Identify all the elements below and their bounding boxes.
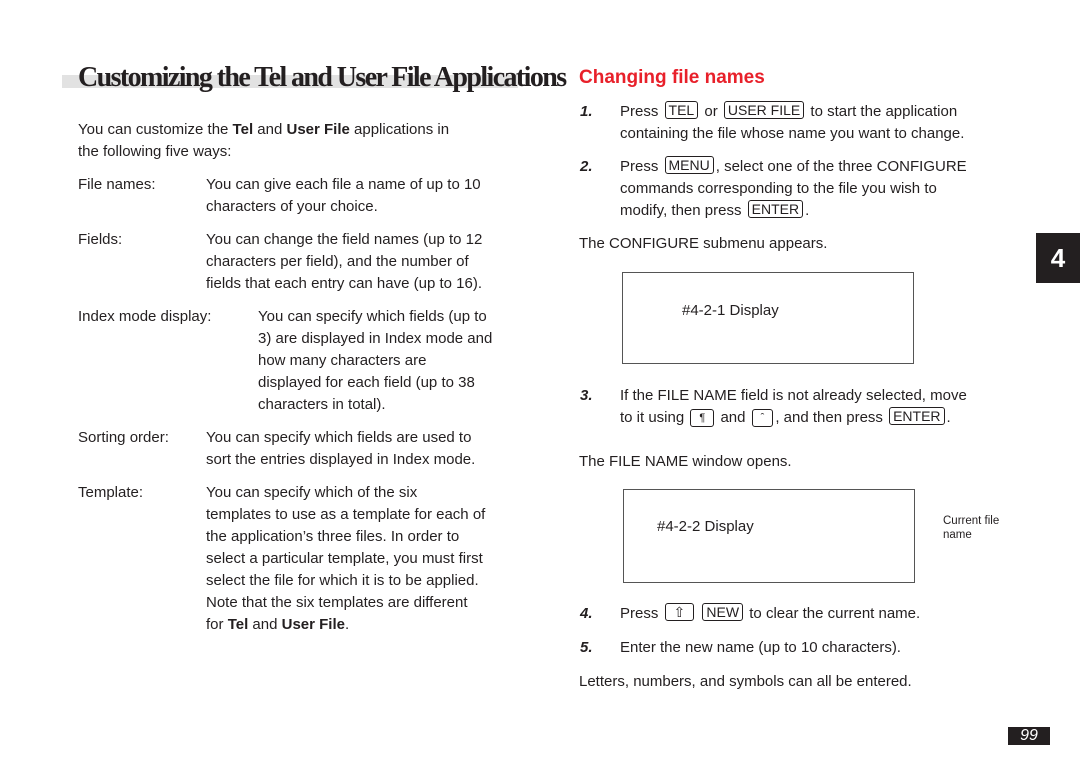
- step-text-part: .: [946, 409, 951, 426]
- intro-text: applications in: [349, 121, 450, 138]
- step-number-5: 5.: [580, 639, 593, 656]
- term-template: Template:: [78, 484, 144, 501]
- key-enter: ENTER: [889, 407, 945, 425]
- intro-text: You can customize the: [78, 121, 233, 138]
- desc-line: Note that the six templates are differen…: [206, 594, 468, 611]
- step-line: If the FILE NAME field is not already se…: [620, 387, 967, 404]
- file-name-note: The FILE NAME window opens.: [579, 453, 792, 470]
- step-text-part: and: [716, 409, 750, 426]
- desc-line: fields that each entry can have (up to 1…: [206, 275, 482, 292]
- intro-bold-user-file: User File: [286, 121, 350, 138]
- section-heading: Changing file names: [579, 67, 765, 88]
- desc-index-mode-display: You can specify which fields (up to 3) a…: [258, 306, 492, 416]
- key-new: NEW: [702, 603, 744, 621]
- desc-line: how many characters are: [258, 352, 427, 369]
- step-text-part: .: [805, 202, 810, 219]
- step-text-part: or: [700, 103, 722, 120]
- page-number: 99: [1008, 727, 1050, 745]
- step-1-text: Press TEL or USER FILE to start the appl…: [620, 101, 1020, 145]
- intro-paragraph: You can customize the Tel and User File …: [78, 119, 449, 163]
- step-line: Press ⇧ NEW to clear the current name.: [620, 603, 1020, 625]
- key-shift-icon: ⇧: [664, 603, 695, 621]
- desc-line: select a particular template, you must f…: [206, 550, 483, 567]
- display-figure-4-2-1: #4-2-1 Display: [622, 272, 914, 364]
- step-text-part: Press: [620, 605, 663, 622]
- desc-file-names: You can give each file a name of up to 1…: [206, 174, 481, 218]
- display-figure-4-2-2: #4-2-2 Display: [623, 489, 915, 583]
- desc-line: 3) are displayed in Index mode and: [258, 330, 493, 347]
- callout-current-file-name: Current file name: [943, 514, 999, 542]
- step-line: Press TEL or USER FILE to start the appl…: [620, 101, 1020, 123]
- display-figure-label: #4-2-1 Display: [682, 302, 779, 319]
- step-5-text: Enter the new name (up to 10 characters)…: [620, 639, 901, 656]
- step-number-4: 4.: [580, 605, 593, 622]
- step-text-part: Press: [620, 103, 663, 120]
- step-line: containing the file whose name you want …: [620, 125, 965, 142]
- page-title: Customizing the Tel and User File Applic…: [78, 62, 567, 93]
- desc-template: You can specify which of the six templat…: [206, 482, 485, 636]
- desc-line: You can specify which fields (up to: [258, 308, 487, 325]
- term-fields: Fields:: [78, 231, 123, 248]
- desc-sorting-order: You can specify which fields are used to…: [206, 427, 475, 471]
- desc-line: sort the entries displayed in Index mode…: [206, 451, 476, 468]
- intro-text: and: [253, 121, 287, 138]
- step-line: to it using ¶ and ˆ, and then press ENTE…: [620, 407, 1020, 429]
- step-text-part: , and then press: [775, 409, 888, 426]
- desc-line: You can specify which fields are used to: [206, 429, 472, 446]
- chapter-tab: 4: [1036, 233, 1080, 283]
- desc-text: .: [345, 616, 350, 633]
- desc-line: the application’s three files. In order …: [206, 528, 460, 545]
- step-text-part: Press: [620, 158, 663, 175]
- step-number-2: 2.: [580, 158, 593, 175]
- desc-line: select the file for which it is to be ap…: [206, 572, 479, 589]
- desc-text: and: [248, 616, 282, 633]
- desc-line: characters per field), and the number of: [206, 253, 469, 270]
- step-4-text: Press ⇧ NEW to clear the current name.: [620, 603, 1020, 625]
- intro-bold-tel: Tel: [232, 121, 254, 138]
- intro-text-line2: the following five ways:: [78, 143, 232, 160]
- step-text-part: to start the application: [806, 103, 958, 120]
- step-2-text: Press MENU, select one of the three CONF…: [620, 156, 1020, 222]
- step-text-part: modify, then press: [620, 202, 746, 219]
- callout-line: Current file: [943, 515, 1000, 527]
- term-sorting-order: Sorting order:: [78, 429, 169, 446]
- display-figure-label: #4-2-2 Display: [657, 518, 754, 535]
- configure-note: The CONFIGURE submenu appears.: [579, 235, 828, 252]
- callout-line: name: [943, 529, 972, 541]
- step-3-text: If the FILE NAME field is not already se…: [620, 385, 1020, 429]
- key-menu: MENU: [664, 156, 714, 174]
- final-note: Letters, numbers, and symbols can all be…: [579, 673, 912, 690]
- step-line: Press MENU, select one of the three CONF…: [620, 156, 1020, 178]
- key-enter: ENTER: [747, 200, 804, 218]
- desc-line: templates to use as a template for each …: [206, 506, 486, 523]
- desc-text: for: [206, 616, 228, 633]
- step-text-part: to it using: [620, 409, 689, 426]
- desc-line: displayed for each field (up to 38: [258, 374, 475, 391]
- step-number-3: 3.: [580, 387, 593, 404]
- key-user-file: USER FILE: [723, 101, 805, 119]
- desc-line-last: for Tel and User File.: [206, 614, 485, 636]
- bold-tel: Tel: [227, 616, 249, 633]
- desc-line: You can give each file a name of up to 1…: [206, 176, 481, 193]
- desc-fields: You can change the field names (up to 12…: [206, 229, 482, 295]
- term-index-mode-display: Index mode display:: [78, 308, 212, 325]
- desc-line: characters in total).: [258, 396, 386, 413]
- bold-user-file: User File: [281, 616, 345, 633]
- step-line: commands corresponding to the file you w…: [620, 180, 937, 197]
- desc-line: You can change the field names (up to 12: [206, 231, 483, 248]
- step-line: modify, then press ENTER.: [620, 200, 1020, 222]
- key-down-arrow-icon: ˆ: [751, 409, 774, 427]
- step-number-1: 1.: [580, 103, 593, 120]
- step-text-part: to clear the current name.: [745, 605, 921, 622]
- step-text-part: , select one of the three CONFIGURE: [715, 158, 967, 175]
- key-tel: TEL: [664, 101, 699, 119]
- key-up-arrow-icon: ¶: [690, 409, 715, 427]
- desc-line: characters of your choice.: [206, 198, 378, 215]
- term-file-names: File names:: [78, 176, 156, 193]
- desc-line: You can specify which of the six: [206, 484, 418, 501]
